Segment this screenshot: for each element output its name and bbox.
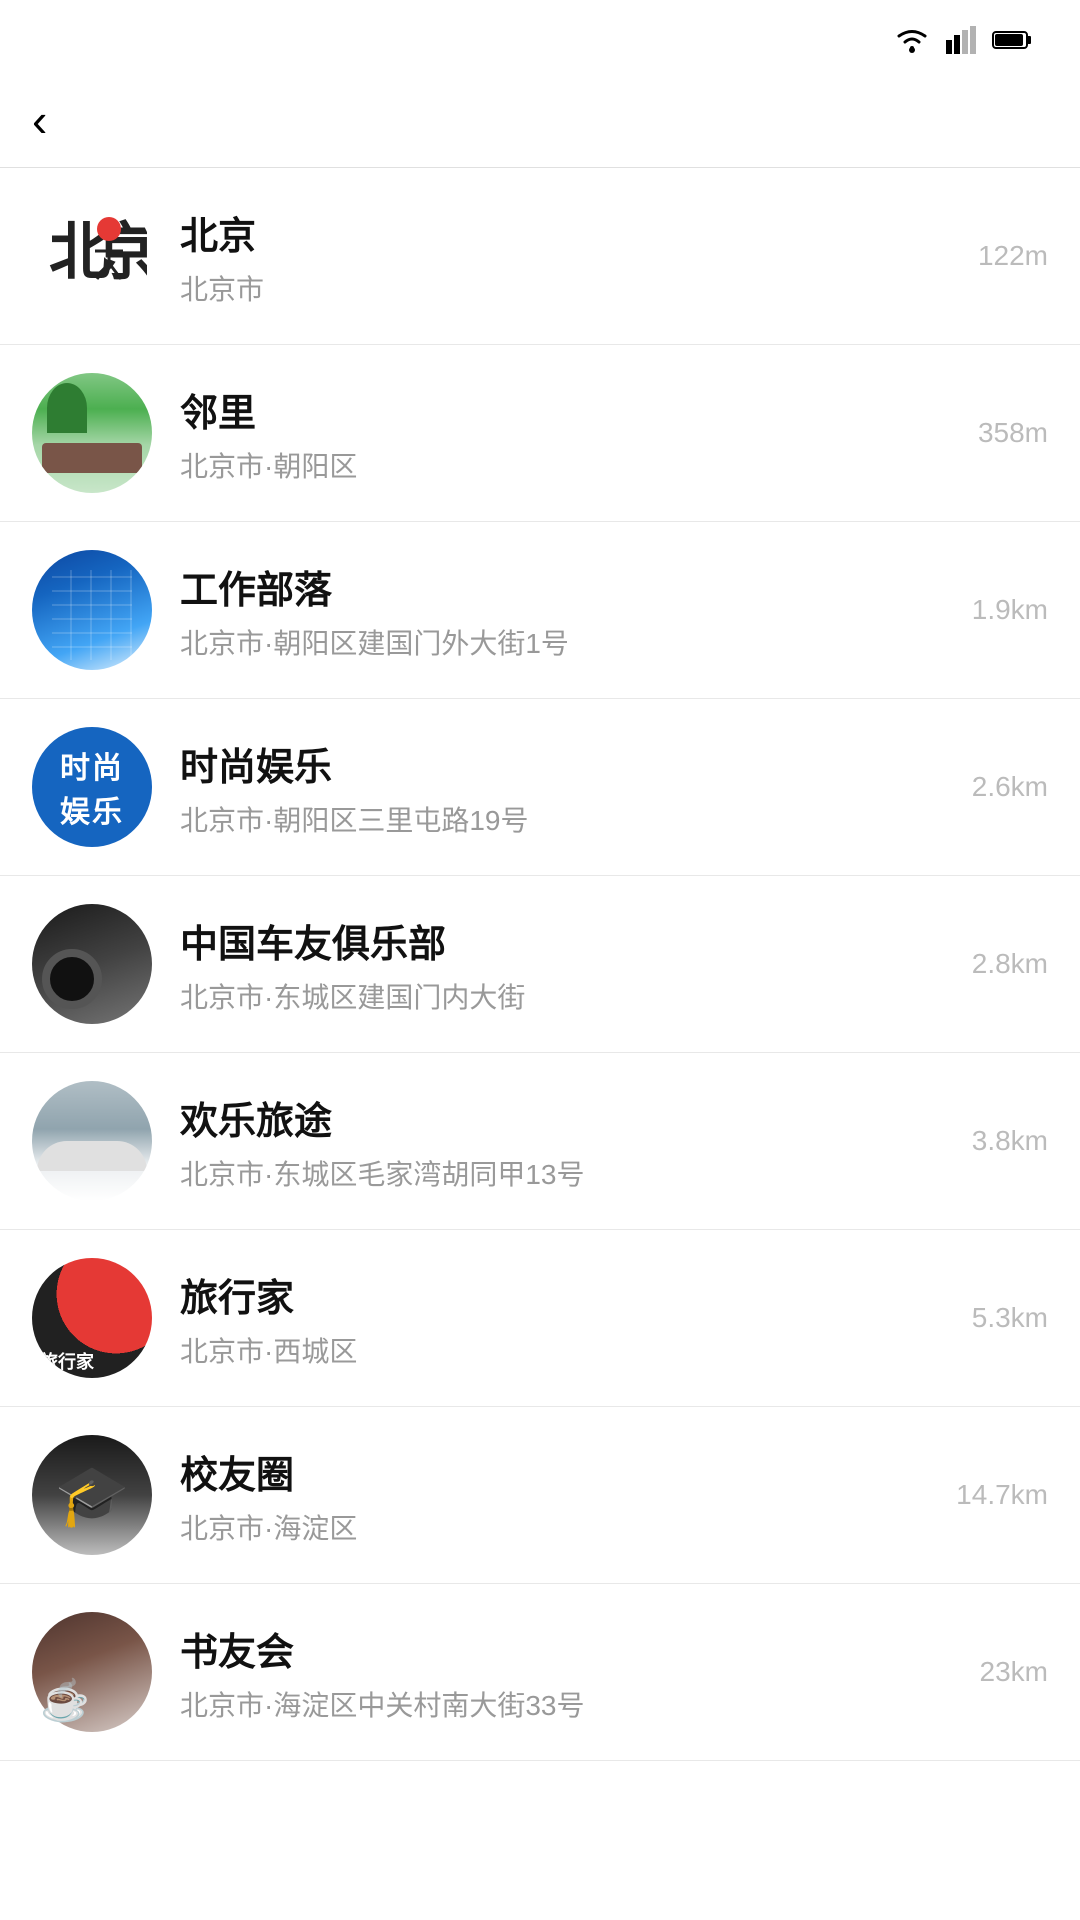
group-avatar: [32, 1081, 152, 1201]
item-content: 书友会 北京市·海淀区中关村南大街33号: [152, 1621, 980, 1724]
group-distance: 122m: [978, 240, 1048, 272]
wifi-icon: [894, 26, 930, 54]
group-name: 校友圈: [180, 1444, 956, 1499]
group-avatar: [32, 904, 152, 1024]
group-location: 北京市·东城区建国门内大街: [180, 976, 972, 1016]
group-distance: 14.7km: [956, 1479, 1048, 1511]
train-avatar: [32, 1081, 152, 1201]
list-item[interactable]: 欢乐旅途 北京市·东城区毛家湾胡同甲13号 3.8km: [0, 1053, 1080, 1230]
group-avatar: 北 京: [32, 196, 152, 316]
group-location: 北京市: [180, 268, 978, 308]
battery-icon: [992, 29, 1032, 51]
list-item[interactable]: 工作部落 北京市·朝阳区建国门外大街1号 1.9km: [0, 522, 1080, 699]
group-name: 欢乐旅途: [180, 1090, 972, 1145]
list-item[interactable]: 中国车友俱乐部 北京市·东城区建国门内大街 2.8km: [0, 876, 1080, 1053]
group-location: 北京市·海淀区中关村南大街33号: [180, 1684, 980, 1724]
item-content: 欢乐旅途 北京市·东城区毛家湾胡同甲13号: [152, 1090, 972, 1193]
group-avatar: ☕: [32, 1612, 152, 1732]
list-item[interactable]: 邻里 北京市·朝阳区 358m: [0, 345, 1080, 522]
car-avatar: [32, 904, 152, 1024]
item-content: 工作部落 北京市·朝阳区建国门外大街1号: [152, 559, 972, 662]
group-name: 旅行家: [180, 1267, 972, 1322]
group-distance: 358m: [978, 417, 1048, 449]
park-avatar: [32, 373, 152, 493]
group-distance: 1.9km: [972, 594, 1048, 626]
grad-avatar: 🎓: [32, 1435, 152, 1555]
building-avatar: [32, 550, 152, 670]
list-item[interactable]: 时尚 娱乐 时尚娱乐 北京市·朝阳区三里屯路19号 2.6km: [0, 699, 1080, 876]
group-name: 北京: [180, 205, 978, 260]
group-name: 中国车友俱乐部: [180, 913, 972, 968]
group-location: 北京市·海淀区: [180, 1507, 956, 1547]
list-item[interactable]: 🎓 校友圈 北京市·海淀区 14.7km: [0, 1407, 1080, 1584]
group-distance: 3.8km: [972, 1125, 1048, 1157]
group-distance: 23km: [980, 1656, 1048, 1688]
item-content: 北京 北京市: [152, 205, 978, 308]
item-content: 邻里 北京市·朝阳区: [152, 382, 978, 485]
group-name: 邻里: [180, 382, 978, 437]
group-location: 北京市·朝阳区三里屯路19号: [180, 799, 972, 839]
item-content: 旅行家 北京市·西城区: [152, 1267, 972, 1370]
group-location: 北京市·朝阳区: [180, 445, 978, 485]
status-icons: [894, 26, 1048, 54]
group-avatar: 时尚 娱乐: [32, 727, 152, 847]
item-content: 校友圈 北京市·海淀区: [152, 1444, 956, 1547]
group-avatar: [32, 550, 152, 670]
group-distance: 5.3km: [972, 1302, 1048, 1334]
group-name: 工作部落: [180, 559, 972, 614]
group-location: 北京市·朝阳区建国门外大街1号: [180, 622, 972, 662]
signal-icon: [946, 26, 976, 54]
group-location: 北京市·西城区: [180, 1330, 972, 1370]
group-distance: 2.6km: [972, 771, 1048, 803]
group-avatar: [32, 373, 152, 493]
group-name: 书友会: [180, 1621, 980, 1676]
list-item[interactable]: 旅行家 旅行家 北京市·西城区 5.3km: [0, 1230, 1080, 1407]
group-avatar: 旅行家: [32, 1258, 152, 1378]
group-name: 时尚娱乐: [180, 736, 972, 791]
list-item[interactable]: 北 京 北京 北京市 122m: [0, 168, 1080, 345]
group-distance: 2.8km: [972, 948, 1048, 980]
book-avatar: ☕: [32, 1612, 152, 1732]
lxj-avatar: 旅行家: [32, 1258, 152, 1378]
item-content: 中国车友俱乐部 北京市·东城区建国门内大街: [152, 913, 972, 1016]
item-content: 时尚娱乐 北京市·朝阳区三里屯路19号: [152, 736, 972, 839]
avatar-inner: 北 京: [32, 196, 152, 316]
group-location: 北京市·东城区毛家湾胡同甲13号: [180, 1153, 972, 1193]
nearby-circles-list: 北 京 北京 北京市 122m: [0, 168, 1080, 1761]
status-bar: [0, 0, 1080, 72]
back-button[interactable]: ‹: [32, 97, 47, 143]
nav-bar: ‹: [0, 72, 1080, 168]
list-item[interactable]: ☕ 书友会 北京市·海淀区中关村南大街33号 23km: [0, 1584, 1080, 1761]
fashion-avatar: 时尚 娱乐: [32, 727, 152, 847]
group-avatar: 🎓: [32, 1435, 152, 1555]
